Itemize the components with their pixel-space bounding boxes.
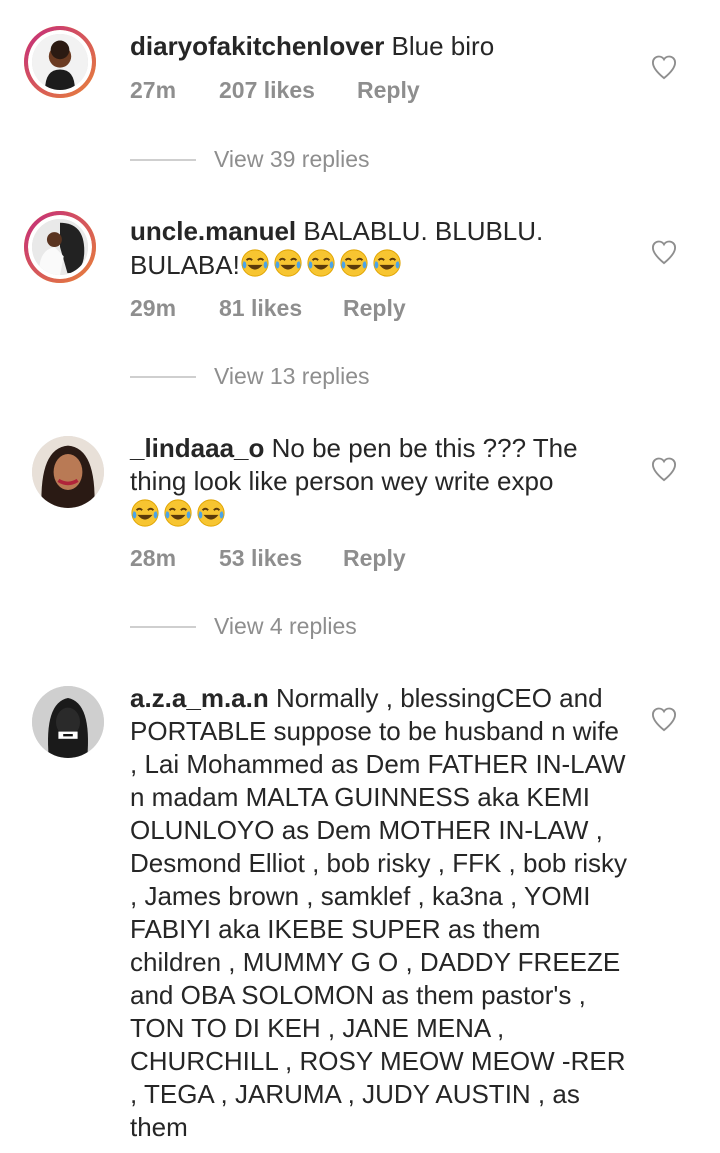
avatar-image (32, 436, 104, 508)
heart-outline-icon[interactable] (650, 239, 678, 265)
view-replies-button[interactable]: View 4 replies (130, 613, 357, 640)
comment-time: 27m (130, 77, 177, 103)
view-replies-label: View 13 replies (214, 363, 370, 389)
comment-text: a.z.a_m.a.n Normally , blessingCEO and P… (130, 682, 630, 1144)
avatar[interactable] (32, 686, 104, 758)
likes-count[interactable]: 53 likes (219, 545, 343, 572)
tears-of-joy-emoji-icon (196, 498, 226, 528)
comment-username[interactable]: uncle.manuel (130, 216, 296, 246)
heart-outline-icon[interactable] (650, 54, 678, 80)
comment-username[interactable]: diaryofakitchenlover (130, 31, 384, 61)
view-replies-button[interactable]: View 39 replies (130, 146, 370, 173)
likes-count[interactable]: 207 likes (219, 77, 357, 104)
view-replies-label: View 39 replies (214, 146, 370, 172)
comment-text: _lindaaa_o No be pen be this ??? The thi… (130, 432, 630, 532)
heart-outline-icon[interactable] (650, 706, 678, 732)
comment-text: diaryofakitchenlover Blue biro (130, 30, 630, 63)
view-replies-button[interactable]: View 13 replies (130, 363, 370, 390)
comment-time: 29m (130, 295, 177, 321)
replies-divider-line (130, 625, 196, 628)
tears-of-joy-emoji-icon (372, 248, 402, 278)
comment-meta: 28m 53 likes Reply (130, 545, 406, 572)
emoji-group (130, 498, 229, 530)
tears-of-joy-emoji-icon (163, 498, 193, 528)
avatar[interactable] (24, 211, 96, 283)
reply-button[interactable]: Reply (357, 77, 420, 104)
tears-of-joy-emoji-icon (273, 248, 303, 278)
tears-of-joy-emoji-icon (240, 248, 270, 278)
comment-username[interactable]: _lindaaa_o (130, 433, 264, 463)
emoji-group (240, 248, 405, 280)
avatar-image (32, 686, 104, 758)
heart-outline-icon[interactable] (650, 456, 678, 482)
tears-of-joy-emoji-icon (306, 248, 336, 278)
likes-count[interactable]: 81 likes (219, 295, 343, 322)
comment-text: uncle.manuel BALABLU. BLUBLU. BULABA! (130, 215, 630, 282)
avatar[interactable] (24, 26, 96, 98)
comment-meta: 27m 207 likes Reply (130, 77, 420, 104)
view-replies-label: View 4 replies (214, 613, 357, 639)
avatar-person-icon (32, 219, 88, 275)
tears-of-joy-emoji-icon (130, 498, 160, 528)
avatar-chef-icon (32, 34, 88, 90)
comment-time: 28m (130, 545, 177, 571)
reply-button[interactable]: Reply (343, 545, 406, 572)
avatar-image (32, 34, 88, 90)
avatar-image (32, 219, 88, 275)
avatar[interactable] (32, 436, 104, 508)
replies-divider-line (130, 375, 196, 378)
tears-of-joy-emoji-icon (339, 248, 369, 278)
comment-username[interactable]: a.z.a_m.a.n (130, 683, 269, 713)
reply-button[interactable]: Reply (343, 295, 406, 322)
comment-meta: 29m 81 likes Reply (130, 295, 406, 322)
avatar-hooded-icon (32, 686, 104, 758)
comment-body: Blue biro (384, 31, 495, 61)
replies-divider-line (130, 158, 196, 161)
avatar-woman-icon (32, 436, 104, 508)
comment-body: Normally , blessingCEO and PORTABLE supp… (130, 683, 628, 1142)
